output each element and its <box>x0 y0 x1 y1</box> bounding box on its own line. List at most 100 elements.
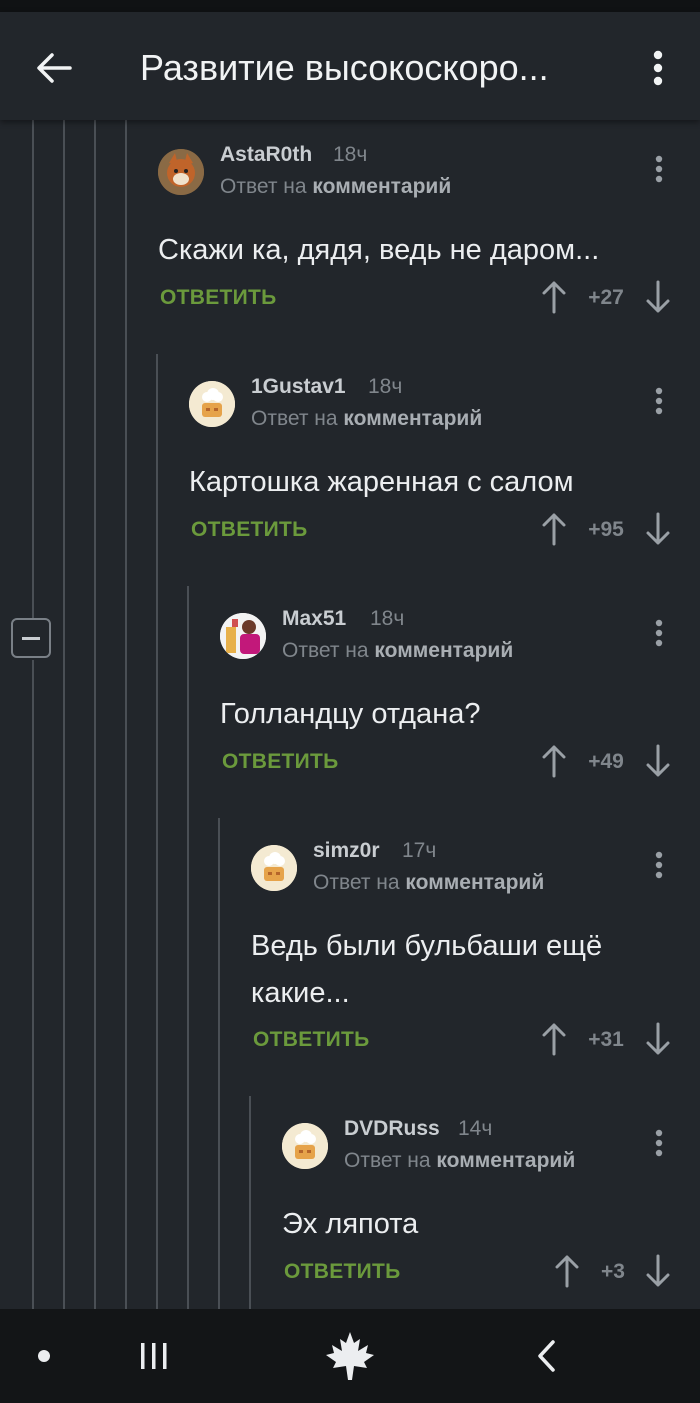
reply-to-label[interactable]: Ответ на комментарий <box>251 407 482 431</box>
reply-to-label[interactable]: Ответ на комментарий <box>220 175 451 199</box>
thread-line <box>125 120 127 1310</box>
comment-menu-button[interactable] <box>644 845 674 885</box>
comment-menu-button[interactable] <box>644 613 674 653</box>
back-button[interactable] <box>28 42 80 94</box>
reply-button[interactable]: ОТВЕТИТЬ <box>284 1260 401 1284</box>
more-vertical-icon <box>653 50 663 86</box>
reply-to-label[interactable]: Ответ на комментарий <box>282 639 513 663</box>
avatar[interactable] <box>282 1123 328 1169</box>
user-photo-avatar-icon <box>220 613 266 659</box>
comment-time: 18ч <box>368 375 403 398</box>
dot-icon <box>38 1350 50 1362</box>
home-button[interactable] <box>318 1331 382 1381</box>
downvote-button[interactable] <box>642 1019 674 1059</box>
maple-leaf-icon <box>326 1332 374 1380</box>
arrow-left-icon <box>37 53 72 83</box>
thread-line <box>94 120 96 1310</box>
comment-author[interactable]: simz0r <box>313 839 380 863</box>
comment-time: 18ч <box>333 143 368 166</box>
comment-score: +49 <box>588 750 624 773</box>
more-menu-button[interactable] <box>636 44 680 92</box>
collapse-thread-button[interactable] <box>11 618 51 658</box>
comment-author[interactable]: AstaR0th <box>220 143 312 167</box>
comment-text: Эх ляпота <box>282 1208 419 1240</box>
reply-to-label[interactable]: Ответ на комментарий <box>344 1149 575 1173</box>
reply-to-target: комментарий <box>343 407 483 430</box>
comment-menu-button[interactable] <box>644 1123 674 1163</box>
reply-to-target: комментарий <box>405 871 545 894</box>
thread-line <box>249 1096 251 1310</box>
arrow-up-icon <box>555 1255 579 1288</box>
back-chevron-icon <box>538 1340 555 1372</box>
comment-author[interactable]: 1Gustav1 <box>251 375 346 399</box>
comment-time: 14ч <box>458 1117 493 1140</box>
downvote-button[interactable] <box>642 741 674 781</box>
comment-score: +3 <box>601 1260 625 1283</box>
default-avatar-icon <box>251 845 297 891</box>
reply-to-target: комментарий <box>436 1149 576 1172</box>
comment-text: Скажи ка, дядя, ведь не даром... <box>158 234 600 266</box>
downvote-button[interactable] <box>642 1251 674 1291</box>
downvote-button[interactable] <box>642 277 674 317</box>
comment-author[interactable]: DVDRuss <box>344 1117 440 1141</box>
comment-time: 17ч <box>402 839 437 862</box>
arrow-down-icon <box>646 744 670 777</box>
arrow-up-icon <box>542 281 566 314</box>
default-avatar-icon <box>282 1123 328 1169</box>
reply-to-label[interactable]: Ответ на комментарий <box>313 871 544 895</box>
comment-time: 18ч <box>370 607 405 630</box>
arrow-up-icon <box>542 513 566 546</box>
arrow-down-icon <box>646 512 670 545</box>
comment-text-line: Ведь были бульбаши ещё <box>251 930 603 962</box>
app-header: Развитие высокоскоро... <box>0 12 700 120</box>
fox-avatar-icon <box>158 149 204 195</box>
comment-author[interactable]: Max51 <box>282 607 346 631</box>
reply-to-prefix: Ответ на <box>344 1149 437 1172</box>
comment: AstaR0th 18ч Ответ на комментарий Скажи … <box>158 143 678 324</box>
upvote-button[interactable] <box>538 509 570 549</box>
upvote-button[interactable] <box>551 1251 583 1291</box>
reply-button[interactable]: ОТВЕТИТЬ <box>191 518 308 542</box>
nav-dot-button[interactable] <box>24 1331 64 1381</box>
recent-apps-icon <box>141 1343 167 1369</box>
more-vertical-icon <box>655 155 663 183</box>
reply-to-prefix: Ответ на <box>220 175 313 198</box>
comment-score: +95 <box>588 518 624 541</box>
more-vertical-icon <box>655 619 663 647</box>
comment: simz0r 17ч Ответ на комментарий Ведь был… <box>251 839 678 1067</box>
avatar[interactable] <box>251 845 297 891</box>
reply-to-target: комментарий <box>312 175 452 198</box>
reply-button[interactable]: ОТВЕТИТЬ <box>160 286 277 310</box>
comment-menu-button[interactable] <box>644 149 674 189</box>
thread-line <box>156 354 158 1310</box>
arrow-down-icon <box>646 1254 670 1287</box>
reply-button[interactable]: ОТВЕТИТЬ <box>253 1028 370 1052</box>
avatar[interactable] <box>158 149 204 195</box>
more-vertical-icon <box>655 851 663 879</box>
avatar[interactable] <box>189 381 235 427</box>
thread-line <box>218 818 220 1310</box>
upvote-button[interactable] <box>538 1019 570 1059</box>
recent-apps-button[interactable] <box>126 1331 182 1381</box>
arrow-up-icon <box>542 745 566 778</box>
upvote-button[interactable] <box>538 277 570 317</box>
reply-to-target: комментарий <box>374 639 514 662</box>
comment-score: +31 <box>588 1028 624 1051</box>
reply-button[interactable]: ОТВЕТИТЬ <box>222 750 339 774</box>
avatar[interactable] <box>220 613 266 659</box>
comment: DVDRuss 14ч Ответ на комментарий Эх ляпо… <box>282 1117 678 1293</box>
comment-menu-button[interactable] <box>644 381 674 421</box>
upvote-button[interactable] <box>538 741 570 781</box>
arrow-down-icon <box>646 280 670 313</box>
comment-text-line: какие... <box>251 977 350 1009</box>
nav-back-button[interactable] <box>520 1331 572 1381</box>
default-avatar-icon <box>189 381 235 427</box>
comment-text: Ведь были бульбаши ещё какие... <box>251 923 602 1017</box>
arrow-up-icon <box>542 1023 566 1056</box>
status-bar <box>0 0 700 12</box>
arrow-down-icon <box>646 1022 670 1055</box>
comment-text: Голландцу отдана? <box>220 698 481 730</box>
downvote-button[interactable] <box>642 509 674 549</box>
thread-line <box>32 120 34 618</box>
reply-to-prefix: Ответ на <box>282 639 375 662</box>
